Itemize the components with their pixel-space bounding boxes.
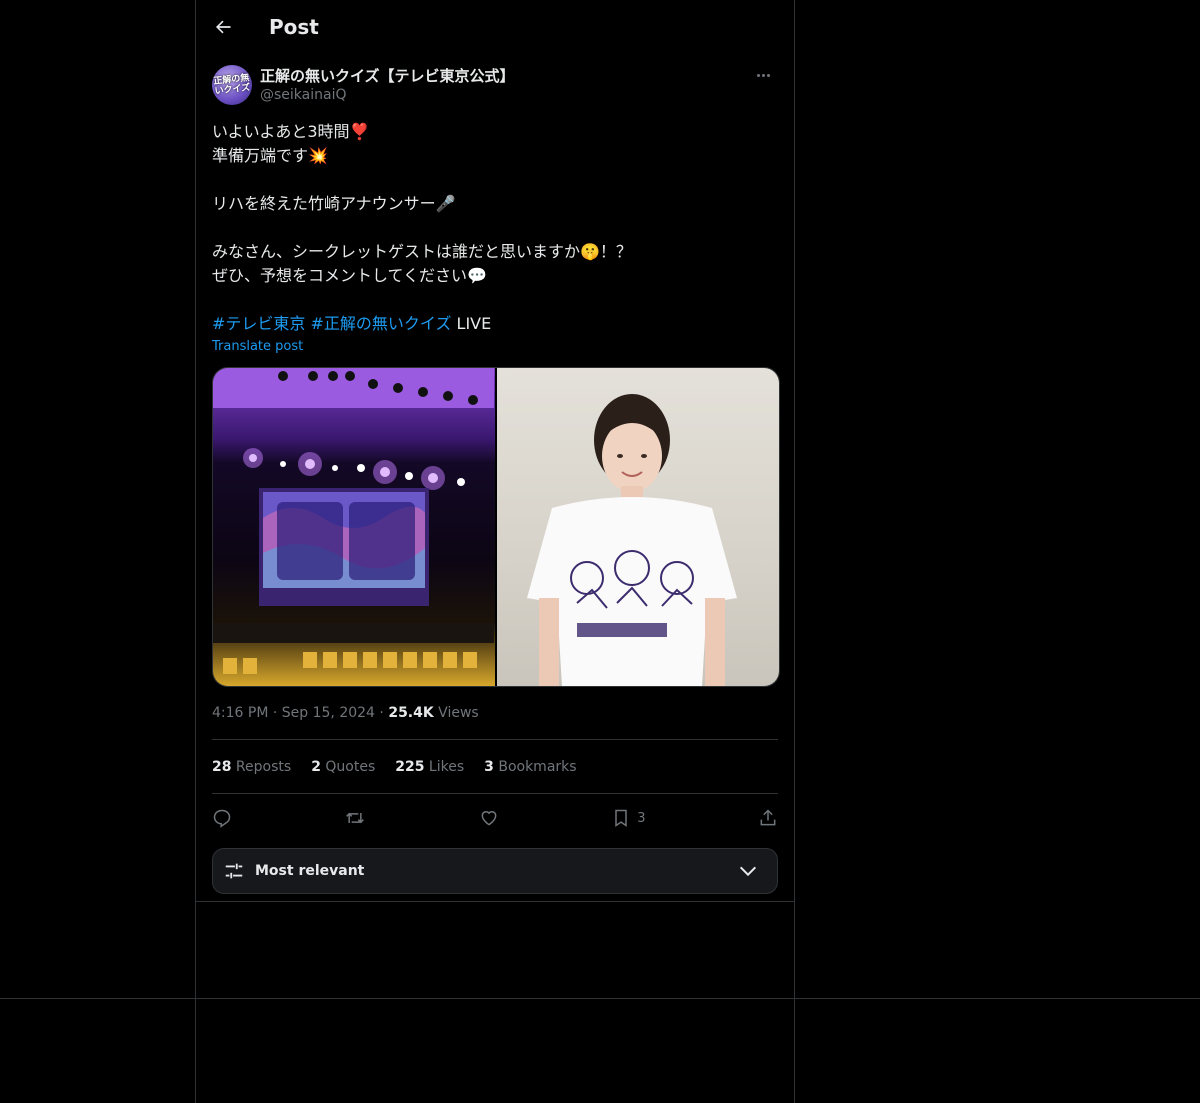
tweet-line: みなさん、シークレットゲストは誰だと思いますか🤫！？ <box>212 242 632 261</box>
tweet-line: ぜひ、予想をコメントしてください💬 <box>212 266 487 285</box>
tweet-actions: 3 <box>212 800 778 836</box>
quotes-label: Quotes <box>320 758 376 775</box>
likes-stat[interactable]: 225 Likes <box>395 759 464 775</box>
views-label: Views <box>433 705 479 721</box>
reply-sort-dropdown[interactable]: Most relevant <box>212 848 778 894</box>
quotes-count: 2 <box>311 758 321 775</box>
reposts-count: 28 <box>212 758 232 775</box>
avatar[interactable]: 正解の無いクイズ <box>212 65 252 105</box>
avatar-text: 正解の無いクイズ <box>213 73 251 97</box>
like-icon <box>481 811 497 826</box>
share-icon <box>760 809 776 826</box>
tweet-media <box>212 367 780 687</box>
tweet-meta: 4:16 PM · Sep 15, 2024 · 25.4K Views <box>212 705 479 721</box>
bookmarks-label: Bookmarks <box>493 758 577 775</box>
announcer-photo[interactable] <box>497 368 779 686</box>
tweet-line: リハを終えた竹崎アナウンサー🎤 <box>212 194 456 213</box>
bookmark-icon <box>615 809 628 827</box>
bookmarks-stat[interactable]: 3 Bookmarks <box>484 759 576 775</box>
announcer-illustration <box>527 394 737 686</box>
reply-button[interactable] <box>212 801 232 835</box>
share-button[interactable] <box>758 801 778 835</box>
chevron-down-icon <box>739 866 757 877</box>
hashtag-quiz[interactable]: #正解の無いクイズ <box>311 314 452 333</box>
hashtag-tv-tokyo[interactable]: #テレビ東京 <box>212 314 305 333</box>
translate-post-link[interactable]: Translate post <box>212 339 303 354</box>
back-button[interactable] <box>206 10 240 44</box>
tweet-line <box>212 288 778 312</box>
sliders-icon <box>225 863 243 879</box>
likes-label: Likes <box>424 758 465 775</box>
quotes-stat[interactable]: 2 Quotes <box>311 759 375 775</box>
tweet-tail: LIVE <box>451 314 492 333</box>
page-title: Post <box>269 15 319 39</box>
author-display-name[interactable]: 正解の無いクイズ【テレビ東京公式】 <box>260 65 515 86</box>
like-button[interactable] <box>479 801 499 835</box>
repost-button[interactable] <box>344 801 366 835</box>
bookmark-button[interactable]: 3 <box>611 801 646 835</box>
tweet-date[interactable]: Sep 15, 2024 <box>282 705 375 721</box>
reposts-stat[interactable]: 28 Reposts <box>212 759 291 775</box>
tweet-line: 準備万端です💥 <box>212 146 328 165</box>
stage-illustration <box>213 368 494 674</box>
tweet-author: 正解の無いクイズ 正解の無いクイズ【テレビ東京公式】 @seikainaiQ <box>212 65 778 107</box>
meta-separator: · <box>268 705 282 721</box>
bookmarks-count: 3 <box>484 758 494 775</box>
tweet-time[interactable]: 4:16 PM <box>212 705 268 721</box>
tweet-text: いよいよあと3時間❣️ 準備万端です💥 リハを終えた竹崎アナウンサー🎤 みなさん… <box>212 120 778 336</box>
reposts-label: Reposts <box>231 758 292 775</box>
post-header: Post <box>196 0 794 54</box>
stage-photo[interactable] <box>213 368 495 686</box>
tweet-line <box>212 168 778 192</box>
sort-label: Most relevant <box>255 863 365 879</box>
hashtag-line: #テレビ東京 #正解の無いクイズ LIVE <box>212 312 778 336</box>
section-divider <box>196 901 794 902</box>
tweet-stats: 28 Reposts 2 Quotes 225 Likes 3 Bookmark… <box>212 739 778 794</box>
arrow-left-icon <box>216 20 231 34</box>
more-icon <box>756 73 760 77</box>
meta-separator: · <box>374 705 389 721</box>
tweet-line <box>212 216 778 240</box>
likes-count: 225 <box>395 758 425 775</box>
tweet-line: いよいよあと3時間❣️ <box>212 122 370 141</box>
repost-icon <box>346 812 365 824</box>
more-options-button[interactable] <box>748 65 778 85</box>
reply-icon <box>213 809 231 828</box>
author-handle[interactable]: @seikainaiQ <box>260 87 347 103</box>
main-column: Post 正解の無いクイズ 正解の無いクイズ【テレビ東京公式】 @seikain… <box>195 0 795 1103</box>
views-count: 25.4K <box>388 705 434 721</box>
bookmark-count: 3 <box>637 810 646 826</box>
